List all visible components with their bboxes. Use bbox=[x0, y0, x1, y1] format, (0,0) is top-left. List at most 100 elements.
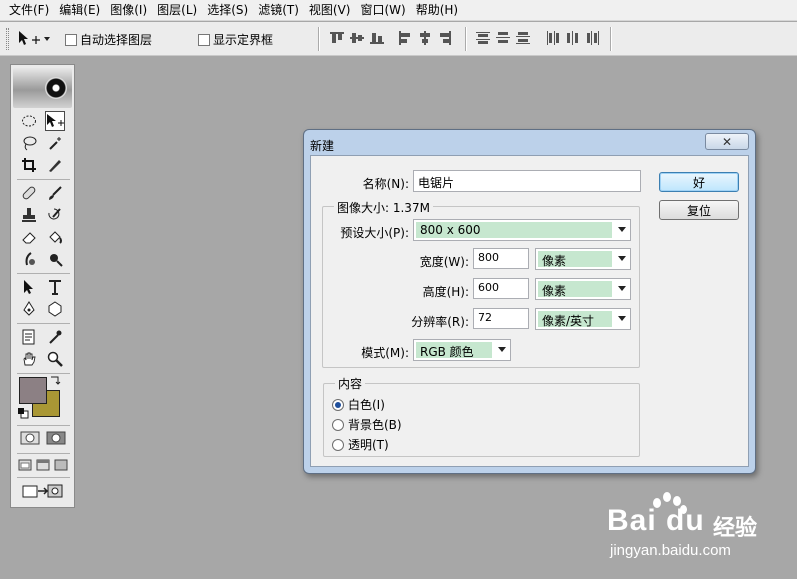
height-unit-select[interactable]: 像素 bbox=[535, 278, 631, 300]
tool-divider bbox=[17, 477, 70, 478]
preset-select[interactable]: 800 x 600 bbox=[413, 219, 631, 241]
clone-stamp-icon[interactable] bbox=[19, 205, 39, 225]
align-group-2 bbox=[398, 31, 452, 45]
height-field[interactable]: 600 bbox=[473, 278, 529, 299]
foreground-color-swatch[interactable] bbox=[19, 377, 47, 404]
path-selection-icon[interactable] bbox=[19, 277, 39, 297]
smudge-icon[interactable] bbox=[19, 249, 39, 269]
distribute-group-1 bbox=[476, 31, 530, 45]
radio-dot bbox=[332, 438, 344, 451]
jump-to-imageready-icon[interactable] bbox=[19, 481, 67, 501]
reset-button[interactable]: 复位 bbox=[659, 200, 739, 220]
lasso-icon[interactable] bbox=[19, 133, 39, 153]
screen-mode-standard-icon[interactable] bbox=[17, 458, 33, 472]
watermark-brand: Bai du bbox=[607, 504, 705, 537]
swap-colors-icon[interactable] bbox=[49, 374, 61, 386]
auto-select-layer-checkbox[interactable]: 自动选择图层 bbox=[65, 31, 152, 48]
checkbox-box bbox=[198, 33, 210, 46]
magic-wand-icon[interactable] bbox=[45, 133, 65, 153]
distribute-right-icon[interactable] bbox=[586, 31, 600, 45]
width-field[interactable]: 800 bbox=[473, 248, 529, 269]
brush-icon[interactable] bbox=[45, 183, 65, 203]
notes-icon[interactable] bbox=[19, 327, 39, 347]
align-right-icon[interactable] bbox=[438, 31, 452, 45]
standard-mode-icon[interactable] bbox=[19, 430, 41, 446]
separator bbox=[465, 27, 467, 51]
contents-background-radio[interactable]: 背景色(B) bbox=[332, 416, 402, 433]
mode-select[interactable]: RGB 颜色 bbox=[413, 339, 511, 361]
distribute-vcenter-icon[interactable] bbox=[496, 31, 510, 45]
contents-transparent-radio[interactable]: 透明(T) bbox=[332, 436, 389, 453]
menu-image[interactable]: 图像(I) bbox=[105, 0, 152, 21]
zoom-icon[interactable] bbox=[45, 349, 65, 369]
contents-white-radio[interactable]: 白色(I) bbox=[332, 396, 385, 413]
healing-brush-icon[interactable] bbox=[19, 183, 39, 203]
menu-help[interactable]: 帮助(H) bbox=[411, 0, 463, 21]
eraser-icon[interactable] bbox=[19, 227, 39, 247]
watermark-url: jingyan.baidu.com bbox=[610, 542, 731, 559]
distribute-group-2 bbox=[546, 31, 600, 45]
resolution-field[interactable]: 72 bbox=[473, 308, 529, 329]
name-field[interactable]: 电锯片 bbox=[413, 170, 641, 192]
align-hcenter-icon[interactable] bbox=[418, 31, 432, 45]
burn-icon[interactable] bbox=[45, 249, 65, 269]
paint-bucket-icon[interactable] bbox=[45, 227, 65, 247]
align-vcenter-icon[interactable] bbox=[350, 31, 364, 45]
toolbox-header[interactable] bbox=[13, 68, 72, 108]
separator bbox=[318, 27, 320, 51]
tool-divider bbox=[17, 425, 70, 426]
tool-divider bbox=[17, 373, 70, 374]
resolution-unit-value: 像素/英寸 bbox=[538, 311, 612, 327]
align-bottom-icon[interactable] bbox=[370, 31, 384, 45]
menu-layer[interactable]: 图层(L) bbox=[152, 0, 202, 21]
eyedropper-icon[interactable] bbox=[45, 327, 65, 347]
menu-window[interactable]: 窗口(W) bbox=[355, 0, 410, 21]
new-document-dialog: 新建 ✕ 名称(N): 电锯片 图像大小: 1.37M 预设大小(P): 800… bbox=[303, 129, 756, 474]
distribute-left-icon[interactable] bbox=[546, 31, 560, 45]
menu-edit[interactable]: 编辑(E) bbox=[54, 0, 105, 21]
distribute-hcenter-icon[interactable] bbox=[566, 31, 580, 45]
contents-label: 内容 bbox=[335, 375, 366, 392]
menu-file[interactable]: 文件(F) bbox=[4, 0, 54, 21]
pen-tool-icon[interactable] bbox=[19, 299, 39, 319]
menu-filter[interactable]: 滤镜(T) bbox=[253, 0, 304, 21]
hand-icon[interactable] bbox=[19, 349, 39, 369]
quick-mask-mode-icon[interactable] bbox=[45, 430, 67, 446]
default-colors-icon[interactable] bbox=[17, 407, 29, 419]
align-left-icon[interactable] bbox=[398, 31, 412, 45]
auto-select-layer-label: 自动选择图层 bbox=[80, 33, 153, 47]
ok-button[interactable]: 好 bbox=[659, 172, 739, 192]
menu-select[interactable]: 选择(S) bbox=[202, 0, 253, 21]
mode-label: 模式(M): bbox=[361, 346, 409, 360]
custom-shape-icon[interactable] bbox=[45, 299, 65, 319]
image-size-label: 图像大小: 1.37M bbox=[334, 199, 433, 216]
move-tool-icon[interactable] bbox=[45, 111, 65, 131]
baidu-jingyan-watermark: Bai du 经验 jingyan.baidu.com bbox=[585, 490, 790, 570]
show-bounds-checkbox[interactable]: 显示定界框 bbox=[198, 31, 273, 48]
dialog-title: 新建 bbox=[310, 139, 335, 153]
align-top-icon[interactable] bbox=[330, 31, 344, 45]
type-tool-icon[interactable] bbox=[45, 277, 65, 297]
photoshop-eye-logo bbox=[45, 77, 67, 99]
options-bar-grip[interactable] bbox=[6, 28, 9, 50]
distribute-bottom-icon[interactable] bbox=[516, 31, 530, 45]
width-unit-select[interactable]: 像素 bbox=[535, 248, 631, 270]
history-brush-icon[interactable] bbox=[45, 205, 65, 225]
distribute-top-icon[interactable] bbox=[476, 31, 490, 45]
slice-icon[interactable] bbox=[45, 155, 65, 175]
screen-mode-full-icon[interactable] bbox=[53, 458, 69, 472]
contents-white-label: 白色(I) bbox=[348, 398, 385, 412]
contents-transparent-label: 透明(T) bbox=[348, 438, 389, 452]
preset-value: 800 x 600 bbox=[416, 222, 612, 238]
ellipse-marquee-icon[interactable] bbox=[19, 111, 39, 131]
menu-view[interactable]: 视图(V) bbox=[304, 0, 356, 21]
height-label: 高度(H): bbox=[422, 285, 469, 299]
contents-background-label: 背景色(B) bbox=[348, 418, 402, 432]
close-button[interactable]: ✕ bbox=[705, 133, 749, 150]
resolution-unit-select[interactable]: 像素/英寸 bbox=[535, 308, 631, 330]
height-unit-value: 像素 bbox=[538, 281, 612, 297]
tool-preset-picker[interactable] bbox=[17, 29, 53, 49]
crop-icon[interactable] bbox=[19, 155, 39, 175]
show-bounds-label: 显示定界框 bbox=[213, 33, 274, 47]
screen-mode-menubar-icon[interactable] bbox=[35, 458, 51, 472]
